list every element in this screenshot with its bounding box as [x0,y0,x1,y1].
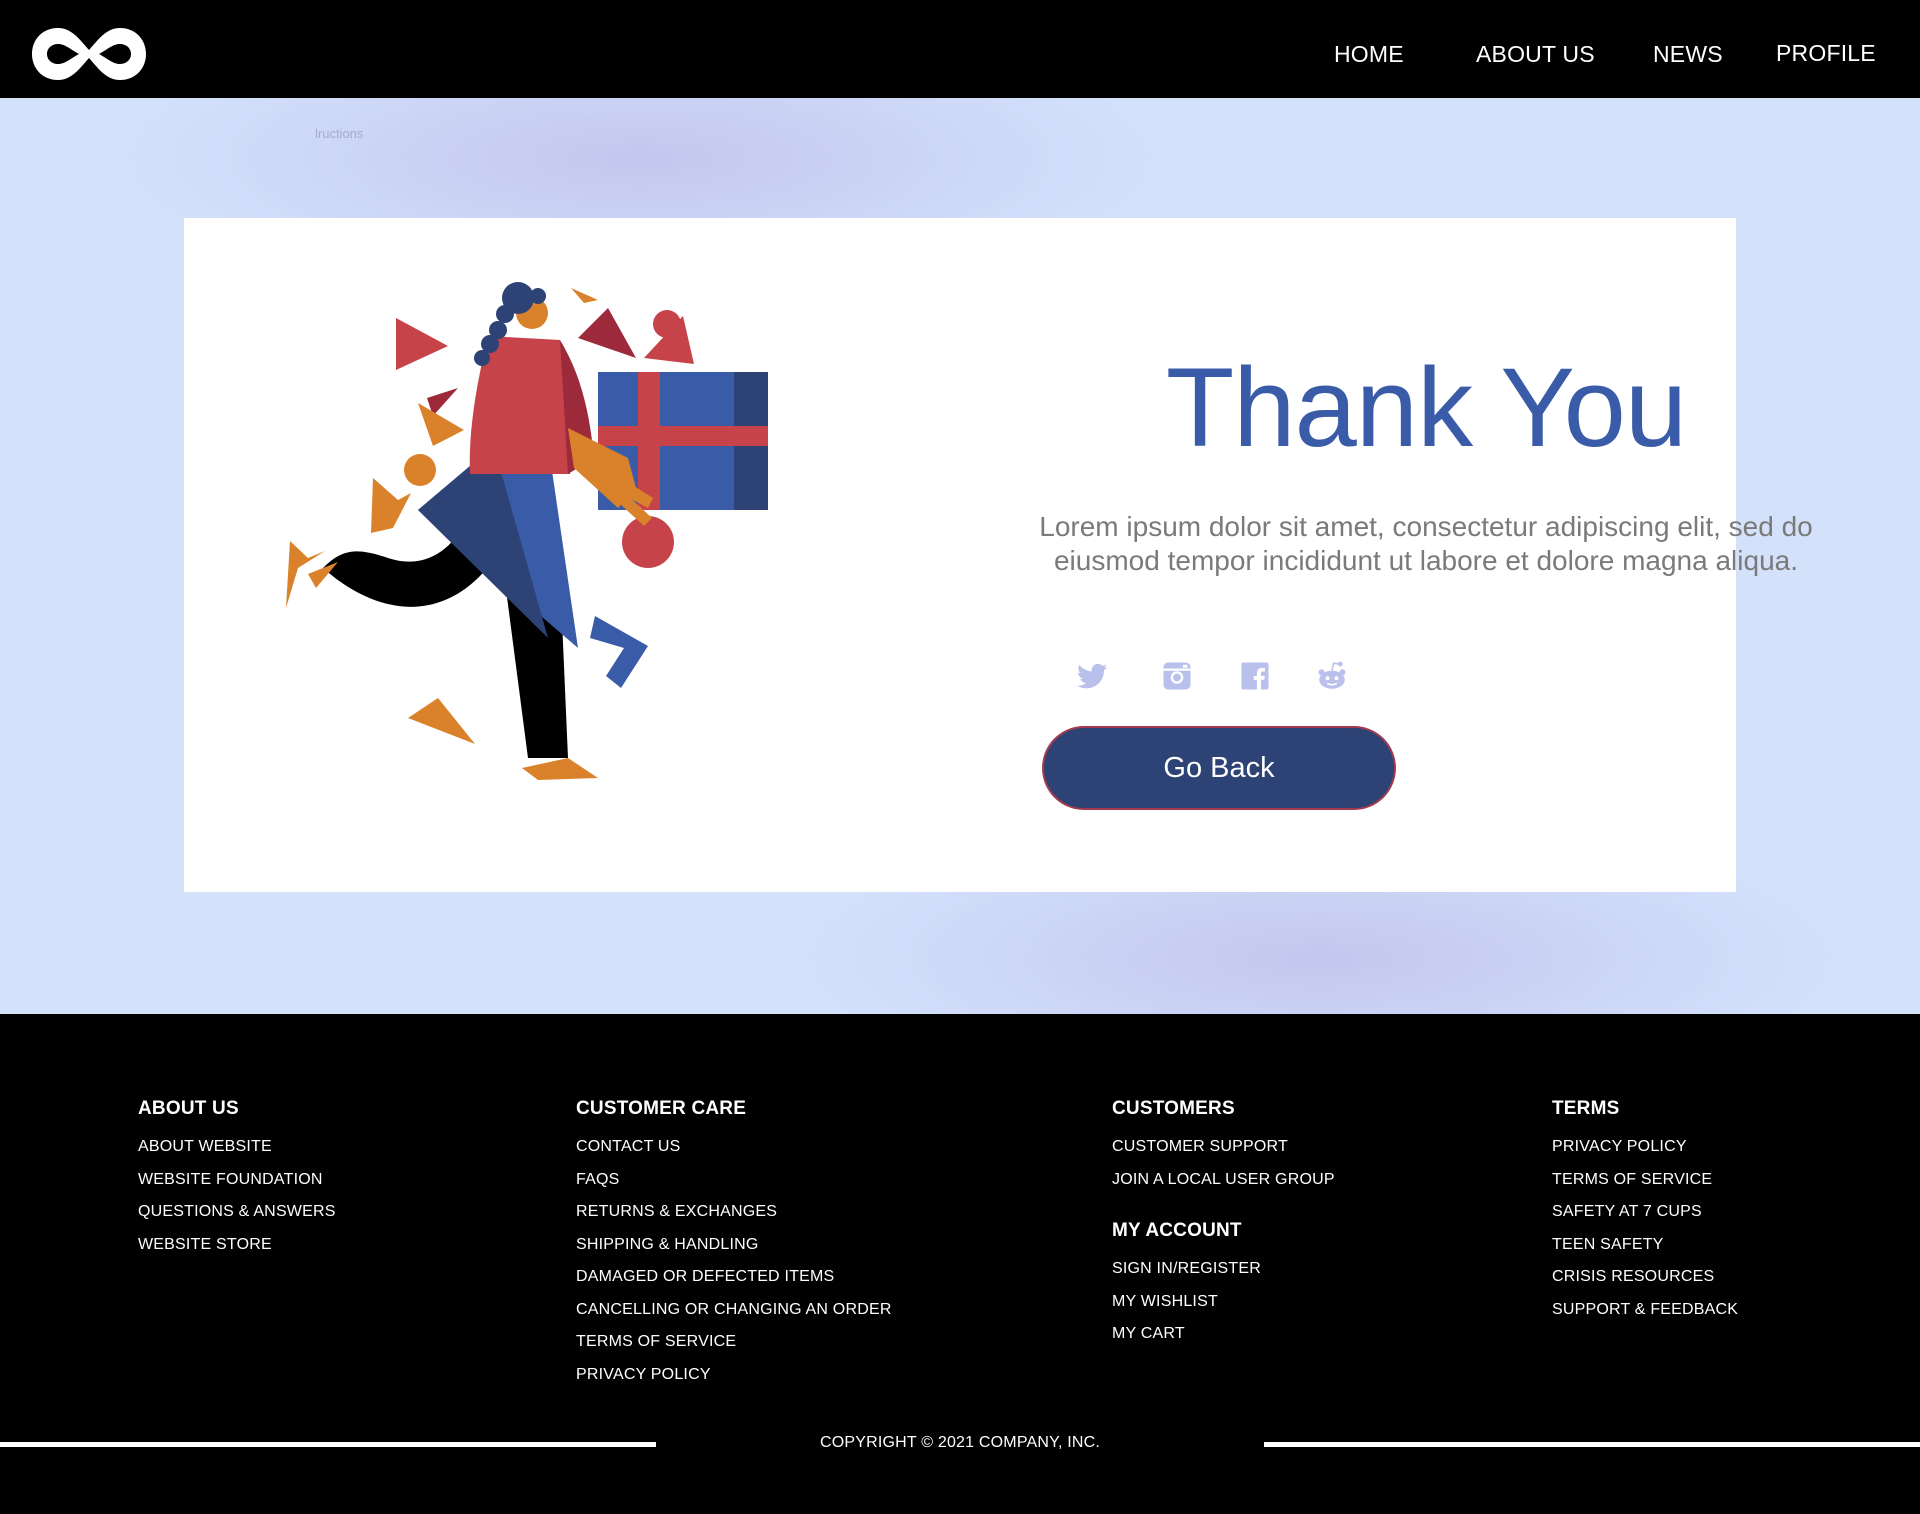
facebook-icon[interactable] [1237,658,1273,694]
footer-link[interactable]: MY CART [1112,1318,1335,1351]
thank-you-message: Lorem ipsum dolor sit amet, consectetur … [1039,511,1813,576]
footer-link[interactable]: WEBSITE STORE [138,1229,336,1262]
footer-column-terms: TERMS PRIVACY POLICY TERMS OF SERVICE SA… [1552,1098,1738,1326]
footer-link[interactable]: TEEN SAFETY [1552,1229,1738,1262]
hero-section: lructions Thank You Lorem ipsum dolor si… [0,98,1920,1014]
footer-link[interactable]: SHIPPING & HANDLING [576,1229,892,1262]
footer-link[interactable]: CUSTOMER SUPPORT [1112,1131,1335,1164]
footer-link[interactable]: SAFETY AT 7 CUPS [1552,1196,1738,1229]
footer-link[interactable]: JOIN A LOCAL USER GROUP [1112,1164,1335,1197]
footer-heading: MY ACCOUNT [1112,1220,1242,1241]
footer-link[interactable]: PRIVACY POLICY [1552,1131,1738,1164]
footer-link[interactable]: TERMS OF SERVICE [576,1326,892,1359]
footer-link[interactable]: PRIVACY POLICY [576,1359,892,1392]
go-back-button[interactable]: Go Back [1042,726,1396,810]
footer-link[interactable]: TERMS OF SERVICE [1552,1164,1738,1197]
footer-heading: CUSTOMERS [1112,1098,1235,1119]
reddit-icon[interactable] [1314,658,1350,694]
footer-link[interactable]: WEBSITE FOUNDATION [138,1164,336,1197]
footer-link[interactable]: RETURNS & EXCHANGES [576,1196,892,1229]
footer-column-customer-care: CUSTOMER CARE CONTACT US FAQS RETURNS & … [576,1098,892,1391]
footer-column-customers: CUSTOMERS CUSTOMER SUPPORT JOIN A LOCAL … [1112,1098,1335,1351]
footer-link[interactable]: ABOUT WEBSITE [138,1131,336,1164]
footer-link[interactable]: QUESTIONS & ANSWERS [138,1196,336,1229]
footer-link[interactable]: SUPPORT & FEEDBACK [1552,1294,1738,1327]
twitter-icon[interactable] [1074,658,1110,694]
thank-you-title: Thank You [1165,345,1687,470]
footer-column-about-us: ABOUT US ABOUT WEBSITE WEBSITE FOUNDATIO… [138,1098,336,1261]
footer-link[interactable]: SIGN IN/REGISTER [1112,1253,1335,1286]
instagram-icon[interactable] [1159,658,1195,694]
infinity-logo-icon[interactable] [28,24,150,84]
footer-heading: TERMS [1552,1098,1620,1119]
nav-about-us[interactable]: ABOUT US [1476,40,1595,68]
gift-illustration [268,278,788,828]
thank-you-card: Thank You Lorem ipsum dolor sit amet, co… [184,218,1813,892]
footer-link[interactable]: MY WISHLIST [1112,1286,1335,1319]
footer-link[interactable]: CANCELLING OR CHANGING AN ORDER [576,1294,892,1327]
footer-divider-right [1264,1442,1920,1447]
watermark-text: lructions [315,126,364,141]
footer-link[interactable]: CONTACT US [576,1131,892,1164]
site-footer: ABOUT US ABOUT WEBSITE WEBSITE FOUNDATIO… [0,1014,1920,1514]
nav-profile[interactable]: PROFILE [1776,39,1876,67]
footer-heading: ABOUT US [138,1098,239,1119]
nav-home[interactable]: HOME [1334,40,1404,68]
footer-link[interactable]: DAMAGED OR DEFECTED ITEMS [576,1261,892,1294]
footer-link[interactable]: FAQS [576,1164,892,1197]
site-header: HOME ABOUT US NEWS PROFILE [0,0,1920,98]
nav-news[interactable]: NEWS [1653,40,1723,68]
footer-heading: CUSTOMER CARE [576,1098,747,1119]
footer-link[interactable]: CRISIS RESOURCES [1552,1261,1738,1294]
